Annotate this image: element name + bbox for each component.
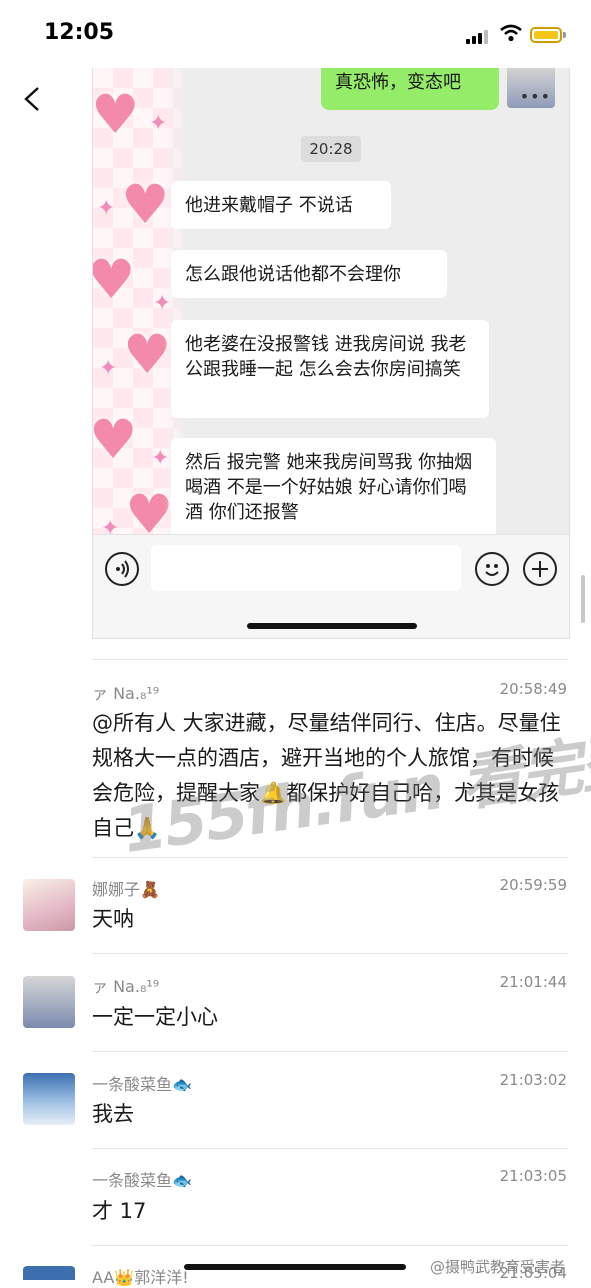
- message-text: 天呐: [92, 907, 134, 931]
- home-indicator: [247, 623, 417, 629]
- message-text: 一定一定小心: [92, 1005, 218, 1029]
- message-input[interactable]: [151, 545, 461, 591]
- battery-icon: [530, 27, 562, 43]
- divider: [92, 1148, 568, 1149]
- divider: [92, 1051, 568, 1052]
- time-divider: 20:28: [301, 136, 361, 162]
- input-bar: [93, 534, 569, 638]
- message-time: 20:59:59: [499, 876, 567, 894]
- message-text: 我去: [92, 1102, 134, 1126]
- message-time: 21:03:02: [499, 1071, 567, 1089]
- voice-icon[interactable]: [105, 552, 139, 586]
- chat-bubble: 他老婆在没报警钱 进我房间说 我老公跟我睡一起 怎么会去你房间搞笑: [171, 320, 489, 418]
- chat-bubble: 他进来戴帽子 不说话: [171, 181, 391, 229]
- signal-icon: [466, 28, 492, 44]
- message-time: 21:03:05: [499, 1167, 567, 1185]
- sender-name: 一条酸菜鱼🐟: [92, 1075, 192, 1094]
- sender-name: 娜娜子🧸: [92, 880, 160, 899]
- chat-bubble: 怎么跟他说话他都不会理你: [171, 250, 447, 298]
- sender-name: 一条酸菜鱼🐟: [92, 1171, 192, 1190]
- back-button[interactable]: [18, 84, 48, 114]
- chat-bubble: 然后 报完警 她来我房间骂我 你抽烟喝酒 不是一个好姑娘 好心请你们喝酒 你们还…: [171, 438, 496, 538]
- credit-text: @摄鸭武教育受害者: [430, 1258, 566, 1276]
- sender-name: AA👑郭洋洋!: [92, 1268, 189, 1287]
- avatar[interactable]: [23, 879, 75, 931]
- message-text: 才 17: [92, 1199, 147, 1223]
- avatar[interactable]: [23, 1266, 75, 1280]
- status-time: 12:05: [44, 20, 115, 45]
- divider: [92, 953, 568, 954]
- more-icon[interactable]: •••: [520, 87, 551, 106]
- sender-name: ァ Na.₈¹⁹: [92, 977, 160, 996]
- sender-name: ァ Na.₈¹⁹: [92, 684, 160, 703]
- wifi-icon: [500, 24, 522, 42]
- avatar[interactable]: [23, 1073, 75, 1125]
- divider: [92, 1245, 568, 1246]
- scrollbar[interactable]: [581, 575, 585, 623]
- my-message-bubble: 真恐怖，变态吧: [321, 68, 499, 110]
- status-bar: 12:05: [0, 0, 591, 70]
- plus-icon[interactable]: [523, 552, 557, 586]
- avatar[interactable]: [23, 976, 75, 1028]
- battery-tip: [563, 32, 566, 38]
- my-avatar: •••: [507, 68, 555, 108]
- message-time: 20:58:49: [499, 680, 567, 698]
- divider: [92, 659, 568, 660]
- message-time: 21:01:44: [499, 973, 567, 991]
- home-indicator: [184, 1264, 406, 1270]
- emoji-icon[interactable]: [475, 552, 509, 586]
- embedded-chat-screenshot: ♥ ♥ ♥ ♥ ♥ ♥ ✦ ✦ ✦ ✦ ✦ ✦ 真恐怖，变态吧 ••• 20:2…: [92, 68, 570, 639]
